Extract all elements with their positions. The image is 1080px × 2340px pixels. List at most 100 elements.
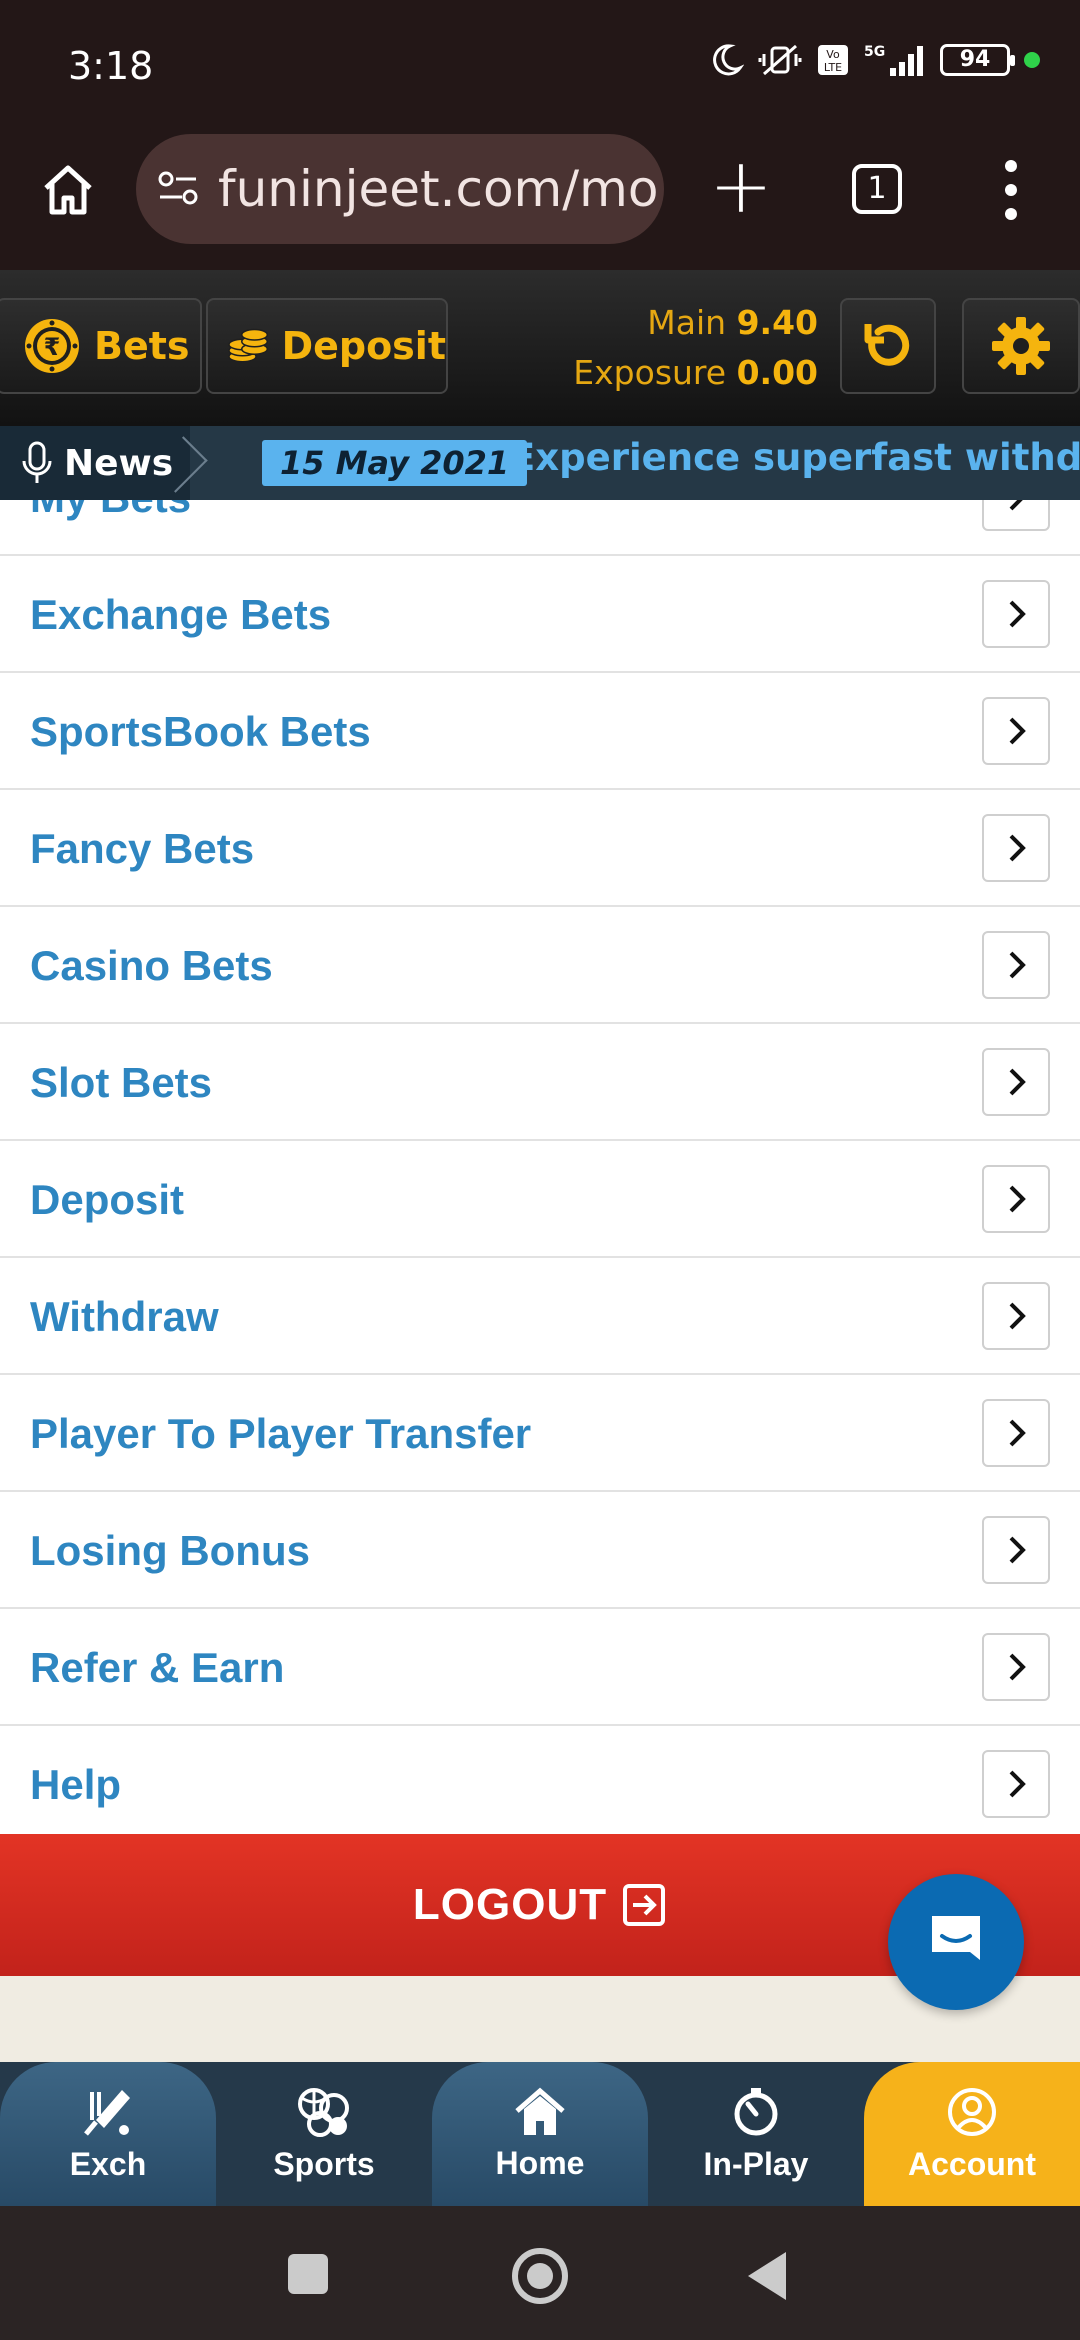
menu-item-label: Slot Bets <box>30 1059 213 1106</box>
chevron-right-icon <box>982 1048 1050 1116</box>
exposure-row: Exposure 0.00 <box>573 348 818 398</box>
chevron-right-icon <box>982 1165 1050 1233</box>
menu-item-sportsbook-bets[interactable]: SportsBook Bets <box>0 673 1080 790</box>
chevron-right-icon <box>982 1516 1050 1584</box>
more-dot-icon <box>1005 184 1017 196</box>
menu-item-player-transfer[interactable]: Player To Player Transfer <box>0 1375 1080 1492</box>
menu-item-exchange-bets[interactable]: Exchange Bets <box>0 556 1080 673</box>
menu-item-losing-bonus[interactable]: Losing Bonus <box>0 1492 1080 1609</box>
url-text: funinjeet.com/mo <box>218 160 659 218</box>
chevron-right-icon <box>982 697 1050 765</box>
home-icon <box>515 2087 565 2135</box>
nav-label: Sports <box>273 2145 375 2182</box>
microphone-icon <box>22 441 52 483</box>
status-icons: Vo LTE 5G 94 <box>708 42 1040 78</box>
system-navigation-bar <box>0 2206 1080 2340</box>
deposit-label: Deposit <box>281 324 446 368</box>
chevron-right-icon <box>982 1750 1050 1818</box>
signal-5g-icon: 5G <box>864 44 923 76</box>
nav-label: Home <box>495 2144 585 2181</box>
status-bar: 3:18 Vo LTE 5G 94 <box>0 0 1080 130</box>
menu-item-label: Exchange Bets <box>30 591 332 638</box>
nav-account[interactable]: Account <box>864 2062 1080 2206</box>
app-header: ₹ Bets Deposit Main 9.40 Exposure 0.00 <box>0 270 1080 426</box>
nav-label: In-Play <box>703 2145 809 2182</box>
status-time: 3:18 <box>68 44 154 88</box>
chevron-right-icon <box>982 1282 1050 1350</box>
menu-item-refer-earn[interactable]: Refer & Earn <box>0 1609 1080 1726</box>
account-menu-list: My Bets Exchange Bets SportsBook Bets Fa… <box>0 500 1080 1834</box>
moon-icon <box>713 44 744 76</box>
svg-text:5G: 5G <box>864 44 885 60</box>
deposit-button[interactable]: Deposit <box>206 298 448 394</box>
more-dot-icon <box>1005 208 1017 220</box>
browser-menu-button[interactable] <box>996 160 1026 220</box>
menu-item-withdraw[interactable]: Withdraw <box>0 1258 1080 1375</box>
recents-button[interactable] <box>288 2254 328 2294</box>
menu-item-label: Deposit <box>30 1176 185 1223</box>
nav-home[interactable]: Home <box>432 2062 648 2206</box>
logout-label: LOGOUT <box>412 1880 608 1929</box>
nav-in-play[interactable]: In-Play <box>648 2062 864 2206</box>
privacy-dot <box>1024 52 1040 68</box>
menu-item-label: SportsBook Bets <box>30 708 371 755</box>
chevron-right-icon <box>982 814 1050 882</box>
news-label-box: News <box>0 426 190 500</box>
exposure-label: Exposure <box>573 353 727 392</box>
chevron-right-icon <box>982 580 1050 648</box>
news-headline[interactable]: Experience superfast withdrawal <box>510 436 1080 479</box>
more-dot-icon <box>1005 160 1017 172</box>
refresh-balance-button[interactable] <box>840 298 936 394</box>
bets-button[interactable]: ₹ Bets <box>0 298 202 394</box>
menu-item-label: My Bets <box>30 500 191 556</box>
site-settings-icon[interactable] <box>156 167 200 211</box>
menu-item-label: Player To Player Transfer <box>30 1410 532 1457</box>
chevron-right-icon <box>982 500 1050 531</box>
main-balance-label: Main <box>647 303 727 342</box>
vibrate-off-icon <box>758 44 802 76</box>
bottom-navigation: Exch Sports Home In-Play Account <box>0 2062 1080 2206</box>
browser-toolbar: funinjeet.com/mo + 1 <box>0 130 1080 270</box>
menu-item-deposit[interactable]: Deposit <box>0 1141 1080 1258</box>
nav-exch[interactable]: Exch <box>0 2062 216 2206</box>
logout-icon <box>623 1884 666 1926</box>
main-balance-value: 9.40 <box>736 303 818 342</box>
menu-item-help[interactable]: Help <box>0 1726 1080 1834</box>
menu-item-label: Losing Bonus <box>30 1527 310 1574</box>
browser-home-button[interactable] <box>34 156 102 224</box>
news-date-badge: 15 May 2021 <box>262 440 528 486</box>
menu-item-label: Fancy Bets <box>30 825 255 872</box>
chat-support-button[interactable] <box>888 1874 1024 2010</box>
url-bar[interactable]: funinjeet.com/mo <box>136 134 664 244</box>
news-ticker: News 15 May 2021 Experience superfast wi… <box>0 426 1080 500</box>
gear-icon <box>992 317 1050 375</box>
exposure-value: 0.00 <box>736 353 818 392</box>
menu-item-my-bets[interactable]: My Bets <box>0 500 1080 556</box>
svg-text:₹: ₹ <box>44 333 61 361</box>
menu-item-slot-bets[interactable]: Slot Bets <box>0 1024 1080 1141</box>
volte-icon: VoLTE <box>818 45 848 75</box>
rupee-coin-icon: ₹ <box>25 319 79 373</box>
nav-label: Account <box>908 2145 1036 2182</box>
chevron-right-icon <box>982 1633 1050 1701</box>
menu-item-fancy-bets[interactable]: Fancy Bets <box>0 790 1080 907</box>
menu-item-casino-bets[interactable]: Casino Bets <box>0 907 1080 1024</box>
stopwatch-icon <box>734 2087 778 2135</box>
chevron-right-icon <box>982 931 1050 999</box>
main-balance-row: Main 9.40 <box>573 298 818 348</box>
new-tab-button[interactable]: + <box>706 148 776 228</box>
nav-label: Exch <box>69 2145 147 2182</box>
svg-text:Vo: Vo <box>826 48 840 61</box>
svg-text:LTE: LTE <box>824 61 842 74</box>
user-account-icon <box>948 2087 996 2136</box>
tab-switcher-button[interactable]: 1 <box>852 164 902 214</box>
chat-bubble-icon <box>932 1916 980 1960</box>
back-button[interactable] <box>748 2252 786 2300</box>
settings-button[interactable] <box>962 298 1080 394</box>
sports-balls-icon <box>298 2087 349 2137</box>
system-home-button[interactable] <box>512 2248 568 2304</box>
menu-item-label: Help <box>30 1761 122 1808</box>
coins-stack-icon <box>228 328 269 363</box>
bets-label: Bets <box>94 324 190 368</box>
nav-sports[interactable]: Sports <box>216 2062 432 2206</box>
